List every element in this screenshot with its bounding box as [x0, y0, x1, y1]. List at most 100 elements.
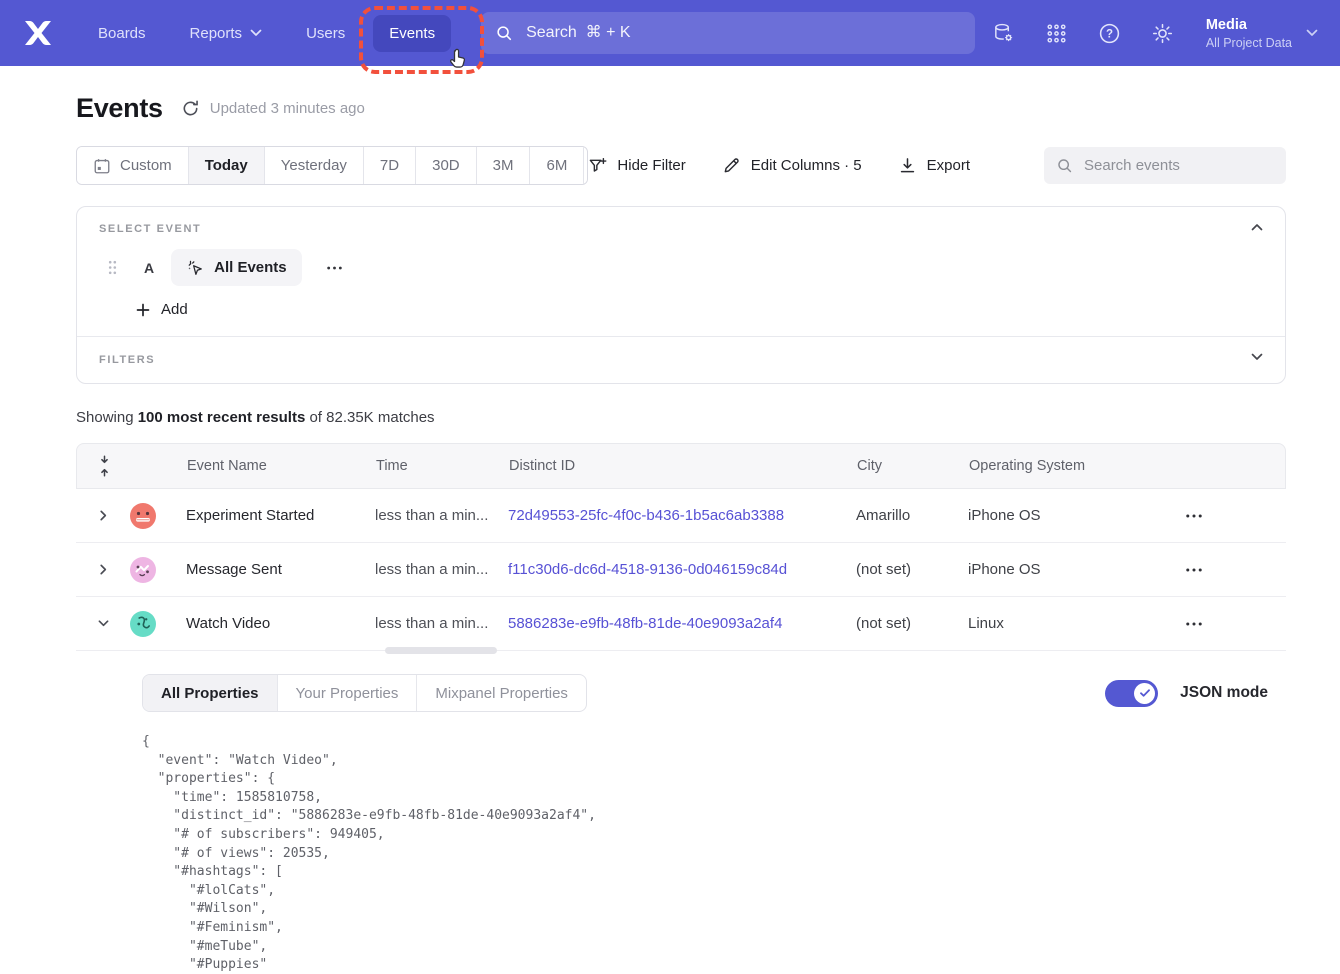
summary-suffix: of 82.35K matches — [305, 409, 434, 426]
chevron-right-icon — [98, 510, 109, 521]
cell-event-name: Message Sent — [186, 561, 375, 578]
json-viewer: { "event": "Watch Video", "properties": … — [142, 733, 1268, 974]
edit-columns-button[interactable]: Edit Columns · 5 — [722, 156, 862, 175]
tab-your-properties[interactable]: Your Properties — [277, 675, 417, 711]
top-navbar: Boards Reports Users Events — [0, 0, 1340, 66]
avatar — [130, 557, 156, 583]
table-header: Event Name Time Distinct ID City Operati… — [76, 443, 1286, 489]
nav-item-reports[interactable]: Reports — [174, 15, 279, 52]
avatar — [130, 503, 156, 529]
row-actions-button[interactable] — [1186, 622, 1202, 626]
summary-prefix: Showing — [76, 409, 138, 426]
ellipsis-icon — [1186, 622, 1202, 626]
row-actions-button[interactable] — [1186, 514, 1202, 518]
project-switcher[interactable]: Media All Project Data — [1206, 16, 1318, 51]
page-title: Events — [76, 93, 163, 124]
date-option-yesterday[interactable]: Yesterday — [264, 147, 363, 184]
date-option-label: 7D — [380, 157, 399, 174]
tab-label: All Properties — [161, 685, 259, 702]
cell-os: Linux — [968, 615, 1160, 632]
cell-time: less than a min... — [375, 615, 508, 632]
help-icon[interactable]: ? — [1098, 22, 1121, 45]
date-option-30d[interactable]: 30D — [415, 147, 476, 184]
tab-label: Your Properties — [296, 685, 399, 702]
events-search-input[interactable] — [1082, 156, 1274, 175]
event-selector-button[interactable]: All Events — [171, 249, 302, 286]
event-row-letter: A — [144, 260, 154, 276]
events-search[interactable] — [1044, 147, 1286, 184]
hide-filter-button[interactable]: Hide Filter — [588, 156, 685, 175]
chevron-up-icon[interactable] — [1251, 223, 1263, 231]
chevron-down-icon — [1306, 29, 1318, 37]
row-expand-button[interactable] — [92, 504, 115, 527]
column-header-event-name: Event Name — [187, 458, 376, 474]
event-detail-panel: All Properties Your Properties Mixpanel … — [76, 651, 1286, 974]
event-options-button[interactable] — [321, 260, 348, 276]
json-mode-toggle[interactable] — [1105, 680, 1158, 707]
chevron-down-icon[interactable] — [1251, 353, 1263, 361]
nav-label: Boards — [98, 25, 146, 42]
cell-distinct-id-link[interactable]: f11c30d6-dc6d-4518-9136-0d046159c84d — [508, 561, 856, 578]
date-range-group: Custom Today Yesterday 7D 30D 3M 6M 12M — [76, 146, 588, 185]
cell-distinct-id-link[interactable]: 72d49553-25fc-4f0c-b436-1b5ac6ab3388 — [508, 507, 856, 524]
table-row: Message Sent less than a min... f11c30d6… — [76, 543, 1286, 597]
cell-distinct-id-link[interactable]: 5886283e-e9fb-48fb-81de-40e9093a2af4 — [508, 615, 856, 632]
nav-label: Users — [306, 25, 345, 42]
event-builder-row: A All Events — [99, 249, 1263, 286]
add-event-button[interactable]: Add — [136, 301, 1263, 318]
ellipsis-icon — [1186, 568, 1202, 572]
nav-items: Boards Reports Users Events — [82, 15, 451, 52]
edit-columns-label: Edit Columns · 5 — [751, 157, 862, 174]
nav-item-events[interactable]: Events — [373, 15, 451, 52]
controls-row: Custom Today Yesterday 7D 30D 3M 6M 12M … — [76, 146, 1286, 185]
global-search-input[interactable] — [524, 23, 961, 43]
nav-label: Events — [389, 25, 435, 42]
date-option-label: 30D — [432, 157, 460, 174]
drag-handle-icon[interactable] — [108, 260, 117, 275]
horizontal-scrollbar-thumb[interactable] — [385, 647, 497, 654]
summary-bold: 100 most recent results — [138, 409, 306, 426]
query-builder-card: SELECT EVENT A All Events — [76, 206, 1286, 384]
global-search[interactable] — [481, 12, 975, 54]
hide-filter-label: Hide Filter — [617, 157, 685, 174]
collapse-all-icon[interactable] — [98, 455, 111, 477]
date-option-label: Custom — [120, 157, 172, 174]
cell-city: Amarillo — [856, 507, 968, 524]
nav-label: Reports — [190, 25, 243, 42]
select-event-section: SELECT EVENT A All Events — [77, 207, 1285, 336]
date-option-label: Today — [205, 157, 248, 174]
hand-pointer-cursor-icon — [447, 48, 469, 70]
cell-os: iPhone OS — [968, 507, 1160, 524]
cell-time: less than a min... — [375, 561, 508, 578]
date-option-label: 3M — [493, 157, 514, 174]
check-icon — [1139, 688, 1151, 698]
svg-text:?: ? — [1106, 28, 1113, 40]
date-option-6m[interactable]: 6M — [529, 147, 583, 184]
row-actions-button[interactable] — [1186, 568, 1202, 572]
nav-item-boards[interactable]: Boards — [82, 15, 162, 52]
json-mode-control: JSON mode — [1105, 680, 1268, 707]
apps-grid-icon[interactable] — [1045, 22, 1068, 45]
date-option-label: 6M — [546, 157, 567, 174]
tab-mixpanel-properties[interactable]: Mixpanel Properties — [416, 675, 586, 711]
tab-all-properties[interactable]: All Properties — [143, 675, 277, 711]
cell-event-name: Watch Video — [186, 615, 375, 632]
mixpanel-logo-icon[interactable] — [20, 17, 56, 49]
refresh-icon[interactable] — [181, 99, 200, 118]
export-button[interactable]: Export — [898, 156, 970, 175]
date-option-7d[interactable]: 7D — [363, 147, 415, 184]
filters-section[interactable]: FILTERS — [77, 336, 1285, 383]
date-option-3m[interactable]: 3M — [476, 147, 530, 184]
date-option-today[interactable]: Today — [188, 147, 264, 184]
column-header-operating-system: Operating System — [969, 458, 1161, 474]
toggle-knob — [1134, 683, 1155, 704]
row-expand-button[interactable] — [92, 558, 115, 581]
nav-item-users[interactable]: Users — [290, 15, 361, 52]
date-option-custom[interactable]: Custom — [77, 147, 188, 184]
table-row: Experiment Started less than a min... 72… — [76, 489, 1286, 543]
page-header: Events Updated 3 minutes ago — [76, 93, 1286, 124]
row-collapse-button[interactable] — [92, 612, 115, 635]
event-selector-label: All Events — [214, 259, 287, 276]
data-management-icon[interactable] — [992, 22, 1015, 45]
settings-gear-icon[interactable] — [1151, 22, 1174, 45]
